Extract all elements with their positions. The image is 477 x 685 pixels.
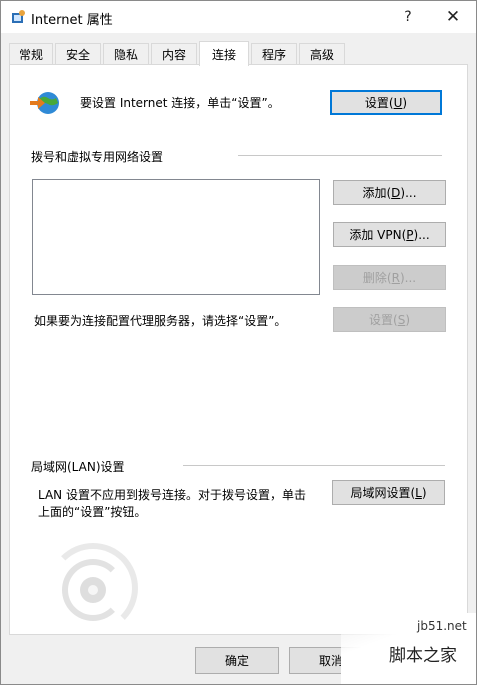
tab-label: 高级 — [309, 47, 334, 62]
tab-label: 内容 — [161, 47, 186, 62]
close-icon: ✕ — [445, 7, 461, 27]
tab-programs[interactable]: 程序 — [251, 43, 297, 64]
section-divider — [183, 465, 445, 466]
dialup-section-title: 拨号和虚拟专用网络设置 — [31, 150, 164, 164]
tab-label: 程序 — [261, 47, 286, 62]
button-label: 添加( — [362, 186, 392, 200]
help-button[interactable]: ? — [386, 1, 430, 33]
section-divider — [238, 155, 442, 156]
lan-instruction-line1: LAN 设置不应用到拨号连接。对于拨号设置，单击 — [38, 488, 306, 502]
lan-section-title: 局域网(LAN)设置 — [31, 460, 125, 474]
tab-security[interactable]: 安全 — [55, 43, 101, 64]
watermark-text: 脚本之家 — [389, 646, 457, 666]
tab-label: 常规 — [18, 47, 43, 62]
setup-button[interactable]: 设置(U) — [330, 90, 442, 115]
tab-advanced[interactable]: 高级 — [299, 43, 345, 64]
add-button[interactable]: 添加(D)... — [333, 180, 446, 205]
tab-label: 隐私 — [113, 47, 138, 62]
tab-content[interactable]: 内容 — [151, 43, 197, 64]
button-label-suffix: ) — [421, 485, 427, 500]
button-accesskey: U — [393, 95, 403, 110]
button-label: 确定 — [224, 654, 249, 668]
setup-instruction: 要设置 Internet 连接，单击“设置”。 — [80, 96, 280, 110]
button-accesskey: R — [391, 270, 400, 285]
tab-privacy[interactable]: 隐私 — [103, 43, 149, 64]
decorative-swirl — [38, 543, 148, 633]
settings-button[interactable]: 设置(S) — [333, 307, 446, 332]
tab-general[interactable]: 常规 — [9, 43, 53, 64]
internet-connection-icon — [30, 92, 59, 114]
tab-connections[interactable]: 连接 — [199, 41, 249, 66]
button-label: 添加 VPN( — [349, 228, 407, 242]
remove-button[interactable]: 删除(R)... — [333, 265, 446, 290]
button-label: 删除( — [362, 271, 392, 285]
button-accesskey: L — [415, 485, 422, 500]
proxy-instruction: 如果要为连接配置代理服务器，请选择“设置”。 — [34, 314, 287, 328]
button-label-suffix: )... — [400, 185, 417, 200]
button-accesskey: P — [406, 227, 414, 242]
tab-bar: 常规 安全 隐私 内容 连接 程序 高级 — [9, 41, 469, 66]
button-label-suffix: ) — [402, 95, 408, 110]
internet-properties-dialog: Internet 属性 ? ✕ 常规 安全 隐私 内容 连接 程序 高级 要设置… — [0, 0, 477, 685]
button-label: 设置( — [364, 96, 394, 110]
ok-button[interactable]: 确定 — [195, 647, 279, 674]
button-label-suffix: ) — [405, 312, 410, 327]
button-label: 取消 — [318, 654, 343, 668]
button-accesskey: D — [391, 185, 401, 200]
window-title: Internet 属性 — [31, 13, 113, 28]
lan-instruction-line2: 上面的“设置”按钮。 — [38, 505, 147, 519]
button-label: 局域网设置( — [350, 486, 416, 500]
lan-settings-button[interactable]: 局域网设置(L) — [332, 480, 445, 505]
watermark-url: jb51.net — [417, 619, 467, 633]
tab-label: 安全 — [65, 47, 90, 62]
help-icon: ? — [404, 9, 412, 25]
button-label: 设置( — [369, 313, 398, 327]
connections-panel: 要设置 Internet 连接，单击“设置”。 设置(U) 拨号和虚拟专用网络设… — [9, 64, 468, 635]
tab-label: 连接 — [211, 47, 236, 62]
internet-options-icon — [12, 10, 25, 23]
close-button[interactable]: ✕ — [431, 1, 475, 33]
button-label-suffix: )... — [413, 227, 430, 242]
title-bar[interactable]: Internet 属性 ? ✕ — [1, 1, 476, 33]
button-accesskey: S — [397, 312, 406, 327]
connections-list[interactable] — [32, 179, 320, 295]
button-label-suffix: )... — [399, 270, 417, 285]
watermark: jb51.net 脚本之家 — [341, 613, 476, 684]
add-vpn-button[interactable]: 添加 VPN(P)... — [333, 222, 446, 247]
